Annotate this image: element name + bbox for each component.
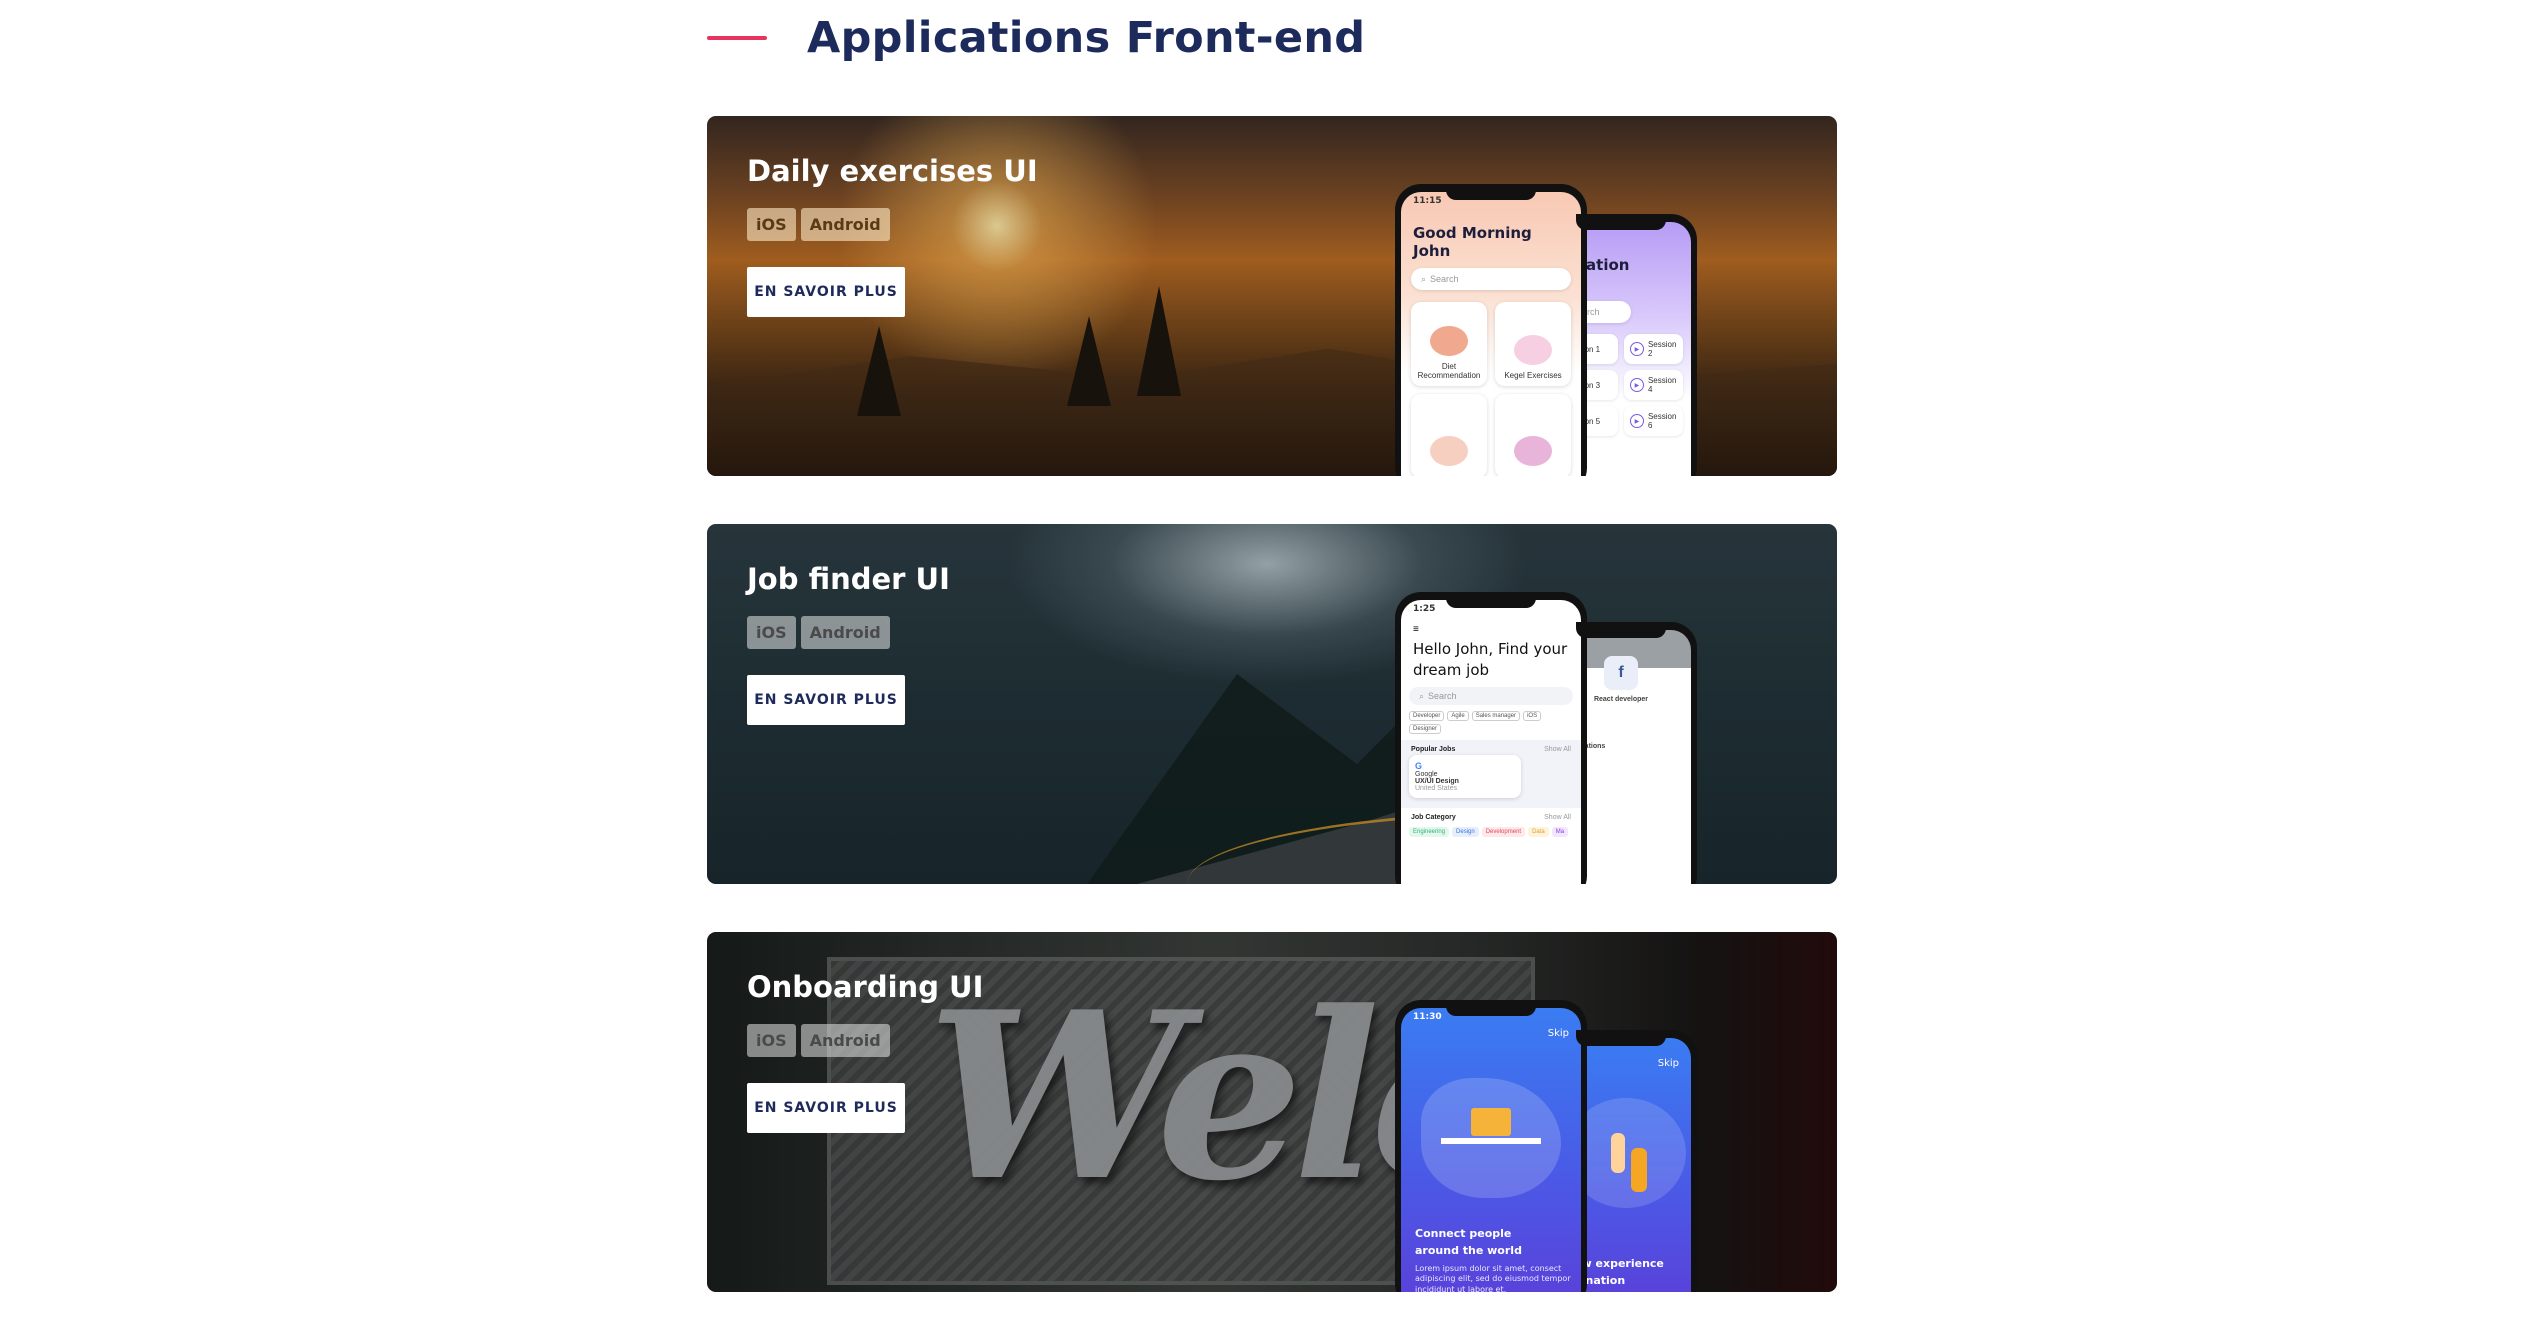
section-title: Applications Front-end: [807, 12, 1366, 63]
platform-tags: iOS Android: [747, 208, 890, 241]
search-icon: ⌕: [1421, 273, 1427, 284]
phone-mockup-front: 1:25 ≡ Hello John, Find your dream job ⌕…: [1395, 592, 1587, 884]
project-card-job-finder[interactable]: Job finder UI iOS Android EN SAVOIR PLUS…: [707, 524, 1837, 884]
tag-android: Android: [800, 208, 890, 241]
tag-ios: iOS: [747, 616, 796, 649]
tag-ios: iOS: [747, 208, 796, 241]
card-title: Job finder UI: [747, 562, 950, 596]
learn-more-button[interactable]: EN SAVOIR PLUS: [747, 675, 905, 725]
search-bar: ⌕ Search: [1411, 268, 1571, 290]
phone-mockup-front: 11:30 Skip Connect people around the wor…: [1395, 1000, 1587, 1292]
tag-android: Android: [800, 616, 890, 649]
search-icon: ⌕: [1419, 690, 1425, 701]
card-title: Onboarding UI: [747, 970, 984, 1004]
card-title: Daily exercises UI: [747, 154, 1038, 188]
learn-more-button[interactable]: EN SAVOIR PLUS: [747, 267, 905, 317]
menu-icon: ≡: [1413, 624, 1419, 635]
platform-tags: iOS Android: [747, 1024, 890, 1057]
tag-android: Android: [800, 1024, 890, 1057]
phone-mockup-front: 11:15 Good Morning John ⌕ Search Diet Rec…: [1395, 184, 1587, 476]
project-card-onboarding[interactable]: Welc Onboarding UI iOS Android EN SAVOIR…: [707, 932, 1837, 1292]
accent-line: [707, 35, 767, 40]
tag-ios: iOS: [747, 1024, 796, 1057]
facebook-icon: f: [1604, 656, 1638, 690]
project-card-daily-exercises[interactable]: Daily exercises UI iOS Android EN SAVOIR…: [707, 116, 1837, 476]
learn-more-button[interactable]: EN SAVOIR PLUS: [747, 1083, 905, 1133]
google-icon: G: [1415, 761, 1423, 771]
platform-tags: iOS Android: [747, 616, 890, 649]
section-header: Applications Front-end: [707, 10, 1365, 65]
